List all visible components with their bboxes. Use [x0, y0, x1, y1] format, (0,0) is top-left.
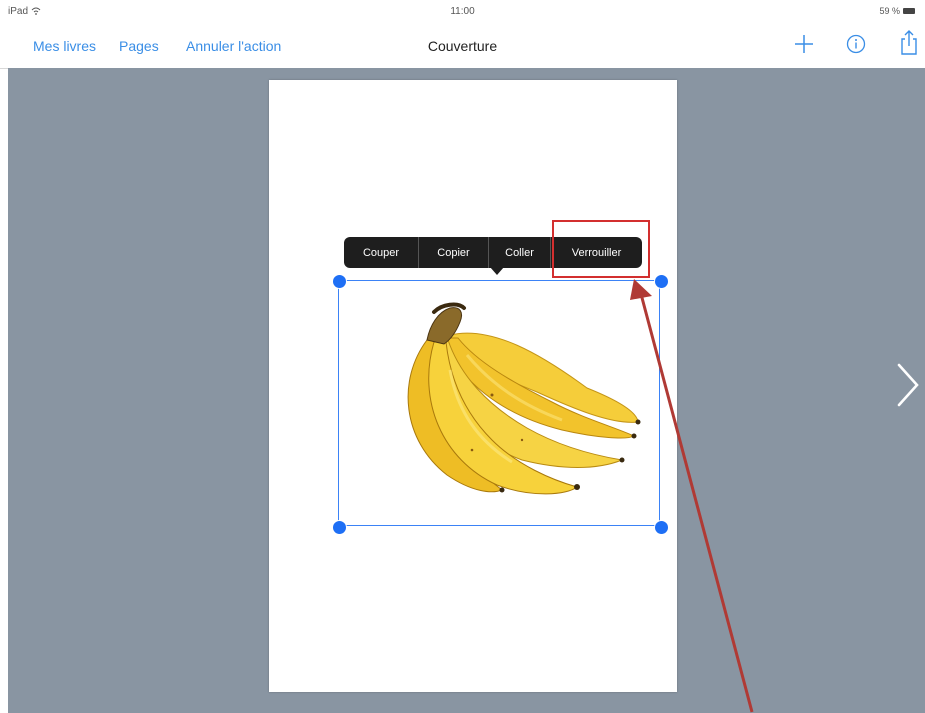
status-bar: iPad 11:00 59 %: [0, 0, 925, 24]
menu-item-copier[interactable]: Copier: [418, 237, 488, 268]
menu-item-couper[interactable]: Couper: [344, 237, 418, 268]
resize-handle-bottom-left[interactable]: [332, 520, 347, 535]
menu-item-coller[interactable]: Coller: [488, 237, 550, 268]
resize-handle-top-left[interactable]: [332, 274, 347, 289]
status-time: 11:00: [450, 6, 475, 17]
highlight-box: [552, 220, 650, 278]
page-title: Couverture: [427, 38, 498, 54]
battery-icon: [903, 8, 915, 14]
resize-handle-bottom-right[interactable]: [654, 520, 669, 535]
chevron-right-icon[interactable]: [895, 362, 921, 408]
info-icon[interactable]: [845, 33, 867, 55]
resize-handle-top-right[interactable]: [654, 274, 669, 289]
navigation-bar: Mes livres Pages Annuler l'action Couver…: [0, 24, 925, 69]
plus-icon[interactable]: [792, 32, 816, 56]
share-icon[interactable]: [898, 29, 920, 57]
image-selection-frame[interactable]: [338, 280, 660, 526]
menu-pointer: [490, 267, 504, 275]
battery-indicator: 59 %: [879, 6, 915, 16]
battery-percent: 59 %: [879, 6, 900, 16]
